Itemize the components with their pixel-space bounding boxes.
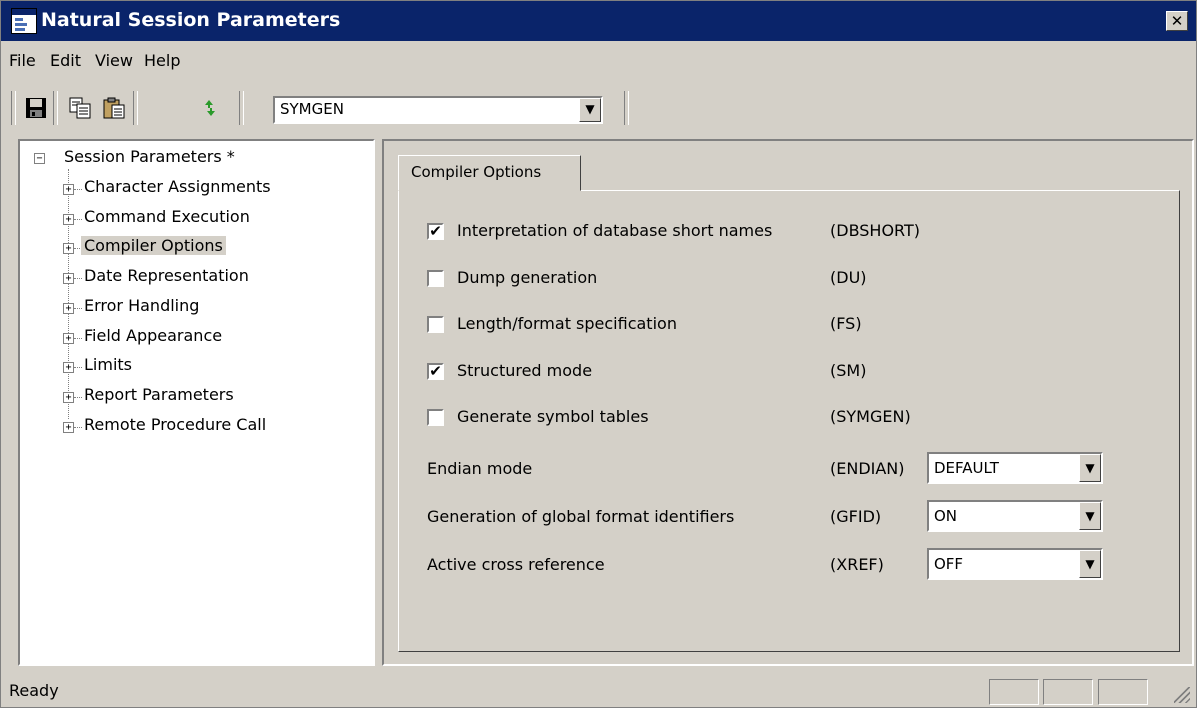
library-combo[interactable]: SYMGEN ▼ <box>273 96 603 124</box>
toolbar-separator <box>239 91 244 125</box>
toolbar-separator <box>133 91 138 125</box>
option-code: (DBSHORT) <box>830 221 921 240</box>
chevron-down-icon[interactable]: ▼ <box>1079 502 1101 530</box>
option-select-value: ON <box>934 507 958 525</box>
tree-item-label: Character Assignments <box>84 177 271 196</box>
option-row: Length/format specification (FS) <box>427 314 1167 338</box>
option-checkbox[interactable]: ✔ <box>427 362 444 380</box>
tree-item-label: Field Appearance <box>84 325 223 345</box>
menu-view[interactable]: View <box>95 51 133 70</box>
option-row: ✔ Interpretation of database short names (… <box>427 221 1167 245</box>
option-row: Generate symbol tables (SYMGEN) <box>427 407 1167 431</box>
menu-help[interactable]: Help <box>144 51 180 70</box>
expand-icon[interactable]: + <box>63 362 74 374</box>
expand-icon[interactable]: + <box>63 332 74 344</box>
menu-edit[interactable]: Edit <box>50 51 81 70</box>
expand-icon[interactable]: + <box>63 421 74 433</box>
tree-root-label: Session Parameters * <box>64 147 235 166</box>
toolbar-separator <box>624 91 629 125</box>
app-icon <box>11 8 37 34</box>
option-code: (FS) <box>830 314 862 333</box>
app-window: Natural Session Parameters ✕ File Edit V… <box>0 0 1197 708</box>
save-icon[interactable] <box>23 95 49 121</box>
option-label: Interpretation of database short names <box>457 221 773 240</box>
option-label: Structured mode <box>457 360 593 380</box>
dropdown-row: Active cross reference (XREF) OFF ▼ <box>427 548 1167 580</box>
dropdown-code: (XREF) <box>830 555 884 574</box>
title-bar[interactable]: Natural Session Parameters ✕ <box>1 1 1196 41</box>
dropdown-code: (GFID) <box>830 507 882 526</box>
option-checkbox[interactable] <box>427 316 444 333</box>
status-text: Ready <box>9 681 59 700</box>
options-pane: Compiler Options ✔ Interpretation of data… <box>382 139 1194 666</box>
status-cell <box>989 679 1039 705</box>
option-select[interactable]: OFF ▼ <box>927 548 1103 580</box>
dropdown-row: Endian mode (ENDIAN) DEFAULT ▼ <box>427 452 1167 484</box>
tree-item-label: Date Representation <box>84 266 249 286</box>
refresh-icon[interactable] <box>197 95 223 121</box>
tree-item-label: Error Handling <box>84 295 200 315</box>
chevron-down-icon[interactable]: ▼ <box>1079 550 1101 578</box>
option-select[interactable]: ON ▼ <box>927 500 1103 532</box>
expand-icon[interactable]: + <box>63 184 74 195</box>
tree-item-label: Report Parameters <box>84 384 234 404</box>
dropdown-label: Endian mode <box>427 459 533 478</box>
option-row: ✔ Structured mode (SM) <box>427 361 1167 385</box>
tab-label: Compiler Options <box>411 163 542 181</box>
tree-item-label: Limits <box>84 355 132 375</box>
compiler-options-panel: ✔ Interpretation of database short names (… <box>398 190 1180 652</box>
option-select-value: DEFAULT <box>934 459 999 477</box>
option-label: Generate symbol tables <box>457 407 649 426</box>
close-button[interactable]: ✕ <box>1166 11 1188 31</box>
paste-icon[interactable] <box>101 95 127 121</box>
tab-compiler-options[interactable]: Compiler Options <box>398 155 581 191</box>
option-select-value: OFF <box>934 555 964 573</box>
option-code: (SM) <box>830 360 867 380</box>
option-checkbox[interactable] <box>427 269 444 287</box>
library-combo-value: SYMGEN <box>280 100 344 118</box>
menu-file[interactable]: File <box>9 51 36 70</box>
tree-item-label: Remote Procedure Call <box>84 414 267 434</box>
toolbar: SYMGEN ▼ <box>9 87 1189 131</box>
tree-item-label: Compiler Options <box>81 236 226 256</box>
collapse-icon[interactable]: − <box>34 153 45 164</box>
dropdown-code: (ENDIAN) <box>830 459 905 478</box>
expand-icon[interactable]: + <box>63 302 74 314</box>
expand-icon[interactable]: + <box>63 213 74 225</box>
option-label: Dump generation <box>457 267 598 287</box>
option-select[interactable]: DEFAULT ▼ <box>927 452 1103 484</box>
resize-grip-icon[interactable] <box>1174 687 1190 703</box>
expand-icon[interactable]: + <box>63 391 74 403</box>
tree-view[interactable]: − Session Parameters * + Character Assign… <box>18 139 375 666</box>
toolbar-grip <box>11 91 16 125</box>
dropdown-label: Active cross reference <box>427 555 605 574</box>
toolbar-separator <box>53 91 58 125</box>
chevron-down-icon[interactable]: ▼ <box>579 98 601 122</box>
dropdown-row: Generation of global format identifiers (… <box>427 500 1167 532</box>
dropdown-label: Generation of global format identifiers <box>427 507 735 526</box>
option-row: Dump generation (DU) <box>427 268 1167 292</box>
copy-icon[interactable] <box>67 95 93 121</box>
option-label: Length/format specification <box>457 314 677 333</box>
status-bar: Ready <box>1 673 1196 707</box>
status-cell <box>1098 679 1148 705</box>
window-title: Natural Session Parameters <box>41 9 341 31</box>
option-checkbox[interactable] <box>427 409 444 426</box>
option-checkbox[interactable]: ✔ <box>427 223 444 240</box>
chevron-down-icon[interactable]: ▼ <box>1079 454 1101 482</box>
expand-icon[interactable]: + <box>63 243 74 255</box>
status-cell <box>1043 679 1093 705</box>
option-code: (DU) <box>830 267 867 287</box>
option-code: (SYMGEN) <box>830 407 911 426</box>
tree-item-label: Command Execution <box>84 206 250 226</box>
expand-icon[interactable]: + <box>63 273 74 285</box>
